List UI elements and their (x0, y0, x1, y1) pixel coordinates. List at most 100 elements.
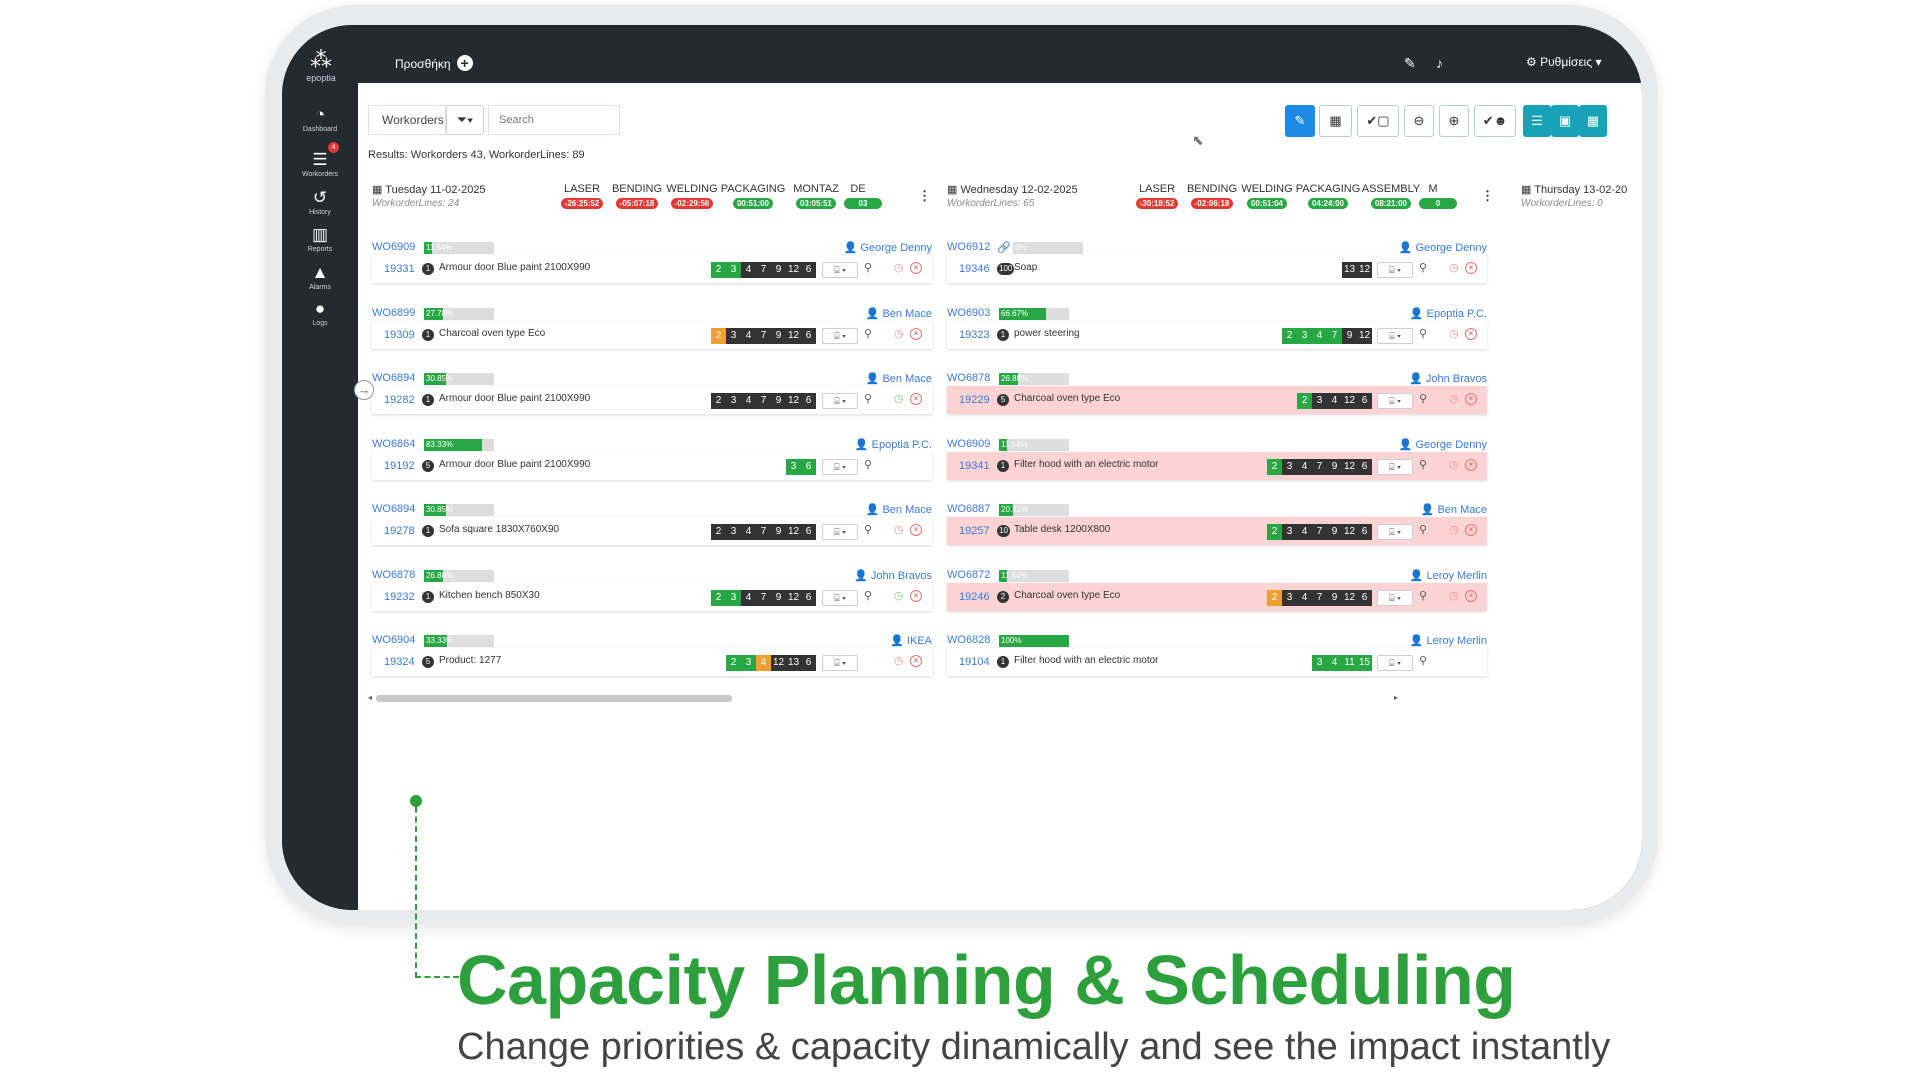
workorder-line[interactable]: 19282 1 Armour door Blue paint 2100X990 2… (372, 386, 932, 414)
operation-step[interactable]: 12 (786, 524, 801, 540)
add-button[interactable]: Προσθήκη + (395, 55, 473, 71)
operation-capacity[interactable]: BENDING -02:06:18 (1183, 183, 1241, 209)
station-select[interactable]: ⌸ ▾ (1377, 458, 1413, 475)
operation-capacity[interactable]: WELDING -02:29:56 (664, 183, 720, 209)
workorder-id[interactable]: WO6878 (372, 569, 415, 581)
station-select[interactable]: ⌸ ▾ (1377, 655, 1413, 671)
clock-icon[interactable]: ◷ (1449, 261, 1459, 274)
operation-step[interactable]: 7 (756, 589, 771, 606)
line-id[interactable]: 19104 (959, 656, 990, 668)
line-id[interactable]: 19192 (384, 460, 415, 472)
operation-step[interactable]: 6 (801, 393, 816, 409)
line-id[interactable]: 19229 (959, 394, 990, 406)
operation-step[interactable]: 3 (726, 524, 741, 540)
clock-icon[interactable]: ◷ (894, 327, 904, 340)
operation-step[interactable]: 2 (711, 393, 726, 409)
workorder-card[interactable]: WO6864 83.33% 👤 Epoptia P.C. 19192 5 Arm… (372, 438, 932, 504)
scroll-left-icon[interactable]: ◂ (368, 693, 372, 702)
close-icon[interactable]: × (910, 393, 922, 405)
workorder-card[interactable]: WO6828 100% 👤 Leroy Merlin 19104 1 Filte… (947, 634, 1487, 700)
confirm-schedule-button[interactable]: ✔▢ (1357, 105, 1399, 137)
operation-step[interactable]: 12 (786, 393, 801, 409)
operation-step[interactable]: 4 (741, 589, 756, 606)
zoom-in-button[interactable]: ⊕ (1439, 105, 1469, 137)
operation-step[interactable]: 7 (1327, 327, 1342, 344)
operation-step[interactable]: 9 (771, 589, 786, 606)
workorder-id[interactable]: WO6864 (372, 438, 415, 450)
operation-step[interactable]: 4 (1312, 327, 1327, 344)
workorder-card[interactable]: WO6887 20.31% 👤 Ben Mace 19257 10 Table … (947, 503, 1487, 569)
paperclip-icon[interactable]: ⚲ (864, 392, 872, 405)
operation-step[interactable]: 6 (1357, 589, 1372, 606)
station-select[interactable]: ⌸ ▾ (822, 327, 858, 344)
customer[interactable]: 👤 George Denny (844, 241, 932, 254)
operation-step[interactable]: 13 (1342, 262, 1357, 278)
clock-icon[interactable]: ◷ (894, 523, 904, 536)
paperclip-icon[interactable]: ⚲ (1419, 458, 1427, 471)
operation-step[interactable]: 9 (1327, 589, 1342, 606)
line-id[interactable]: 19323 (959, 329, 990, 341)
operation-step[interactable]: 9 (1327, 524, 1342, 540)
sidebar-item-workorders[interactable]: ☰ 4 Workorders (282, 142, 358, 178)
operation-step[interactable]: 4 (1297, 458, 1312, 475)
line-id[interactable]: 19246 (959, 591, 990, 603)
sidebar-item-alarms[interactable]: ▲ Alarms (282, 263, 358, 291)
operation-capacity[interactable]: PACKAGING 00:51:00 (720, 183, 786, 209)
operation-step[interactable]: 7 (756, 524, 771, 540)
workorder-card[interactable]: WO6872 11.54% 👤 Leroy Merlin 19246 2 Cha… (947, 569, 1487, 635)
operation-step[interactable]: 3 (1297, 327, 1312, 344)
workorder-card[interactable]: WO6899 27.78% 👤 Ben Mace 19309 1 Charcoa… (372, 307, 932, 373)
operation-step[interactable]: 7 (756, 327, 771, 344)
workorder-line[interactable]: 19192 5 Armour door Blue paint 2100X990 3… (372, 451, 932, 480)
workorder-card[interactable]: WO6912 🔗 0% 👤 George Denny 19346 100 Soap… (947, 241, 1487, 307)
operation-step[interactable]: 7 (756, 393, 771, 409)
operation-step[interactable]: 7 (1312, 458, 1327, 475)
operation-step[interactable]: 3 (726, 589, 741, 606)
operation-capacity[interactable]: DE 03 (844, 183, 882, 209)
paperclip-icon[interactable]: ⚲ (1419, 261, 1427, 274)
operation-step[interactable]: 4 (1327, 393, 1342, 409)
operation-step[interactable]: 2 (711, 524, 726, 540)
station-select[interactable]: ⌸ ▾ (1377, 262, 1413, 278)
workorder-id[interactable]: WO6903 (947, 307, 990, 319)
workorder-id[interactable]: WO6899 (372, 307, 415, 319)
operation-step[interactable]: 12 (1342, 393, 1357, 409)
customer[interactable]: 👤 Leroy Merlin (1410, 569, 1487, 582)
week-view-button[interactable]: ▦ (1579, 105, 1607, 137)
workorder-line[interactable]: 19324 5 Product: 1277 2 3 4 12 13 6 ⌸ ▾ ◷ × (372, 648, 932, 676)
scrollbar-thumb[interactable] (376, 695, 732, 702)
operation-step[interactable]: 4 (741, 393, 756, 409)
operation-step[interactable]: 9 (1327, 458, 1342, 475)
operation-step[interactable]: 6 (1357, 524, 1372, 540)
sidebar-item-reports[interactable]: ▥ Reports (282, 225, 358, 253)
operation-step[interactable]: 2 (711, 262, 726, 278)
operation-step[interactable]: 6 (801, 262, 816, 278)
line-id[interactable]: 19331 (384, 263, 415, 275)
operation-step[interactable]: 4 (756, 655, 771, 671)
workorder-id[interactable]: WO6894 (372, 503, 415, 515)
clock-icon[interactable]: ◷ (894, 654, 904, 667)
workorder-card[interactable]: WO6894 30.85% 👤 Ben Mace 19282 1 Armour … (372, 372, 932, 438)
operation-capacity[interactable]: M 0 (1419, 183, 1457, 209)
more-options-icon[interactable]: ⋮ (918, 188, 931, 204)
operation-step[interactable]: 13 (786, 655, 801, 671)
workorder-line[interactable]: 19331 1 Armour door Blue paint 2100X990 2… (372, 255, 932, 283)
workorder-line[interactable]: 19346 100 Soap 13 12 ⌸ ▾ ⚲ ◷ × (947, 255, 1487, 283)
collapse-sidebar-button[interactable]: → (354, 380, 374, 400)
operation-step[interactable]: 6 (801, 589, 816, 606)
customer[interactable]: 👤 Epoptia P.C. (855, 438, 932, 451)
operation-step[interactable]: 7 (1312, 524, 1327, 540)
operation-step[interactable]: 6 (1357, 458, 1372, 475)
operation-step[interactable]: 3 (1312, 655, 1327, 671)
paperclip-icon[interactable]: ⚲ (1419, 392, 1427, 405)
operation-step[interactable]: 2 (711, 327, 726, 344)
close-icon[interactable]: × (910, 655, 922, 667)
operation-step[interactable]: 6 (801, 327, 816, 344)
station-select[interactable]: ⌸ ▾ (1377, 327, 1413, 344)
operation-step[interactable]: 12 (1342, 589, 1357, 606)
operation-capacity[interactable]: LASER -30:18:52 (1127, 183, 1187, 209)
operation-step[interactable]: 4 (1327, 655, 1342, 671)
clock-icon[interactable]: ◷ (894, 589, 904, 602)
operation-step[interactable]: 9 (771, 327, 786, 344)
operation-step[interactable]: 2 (1267, 458, 1282, 475)
